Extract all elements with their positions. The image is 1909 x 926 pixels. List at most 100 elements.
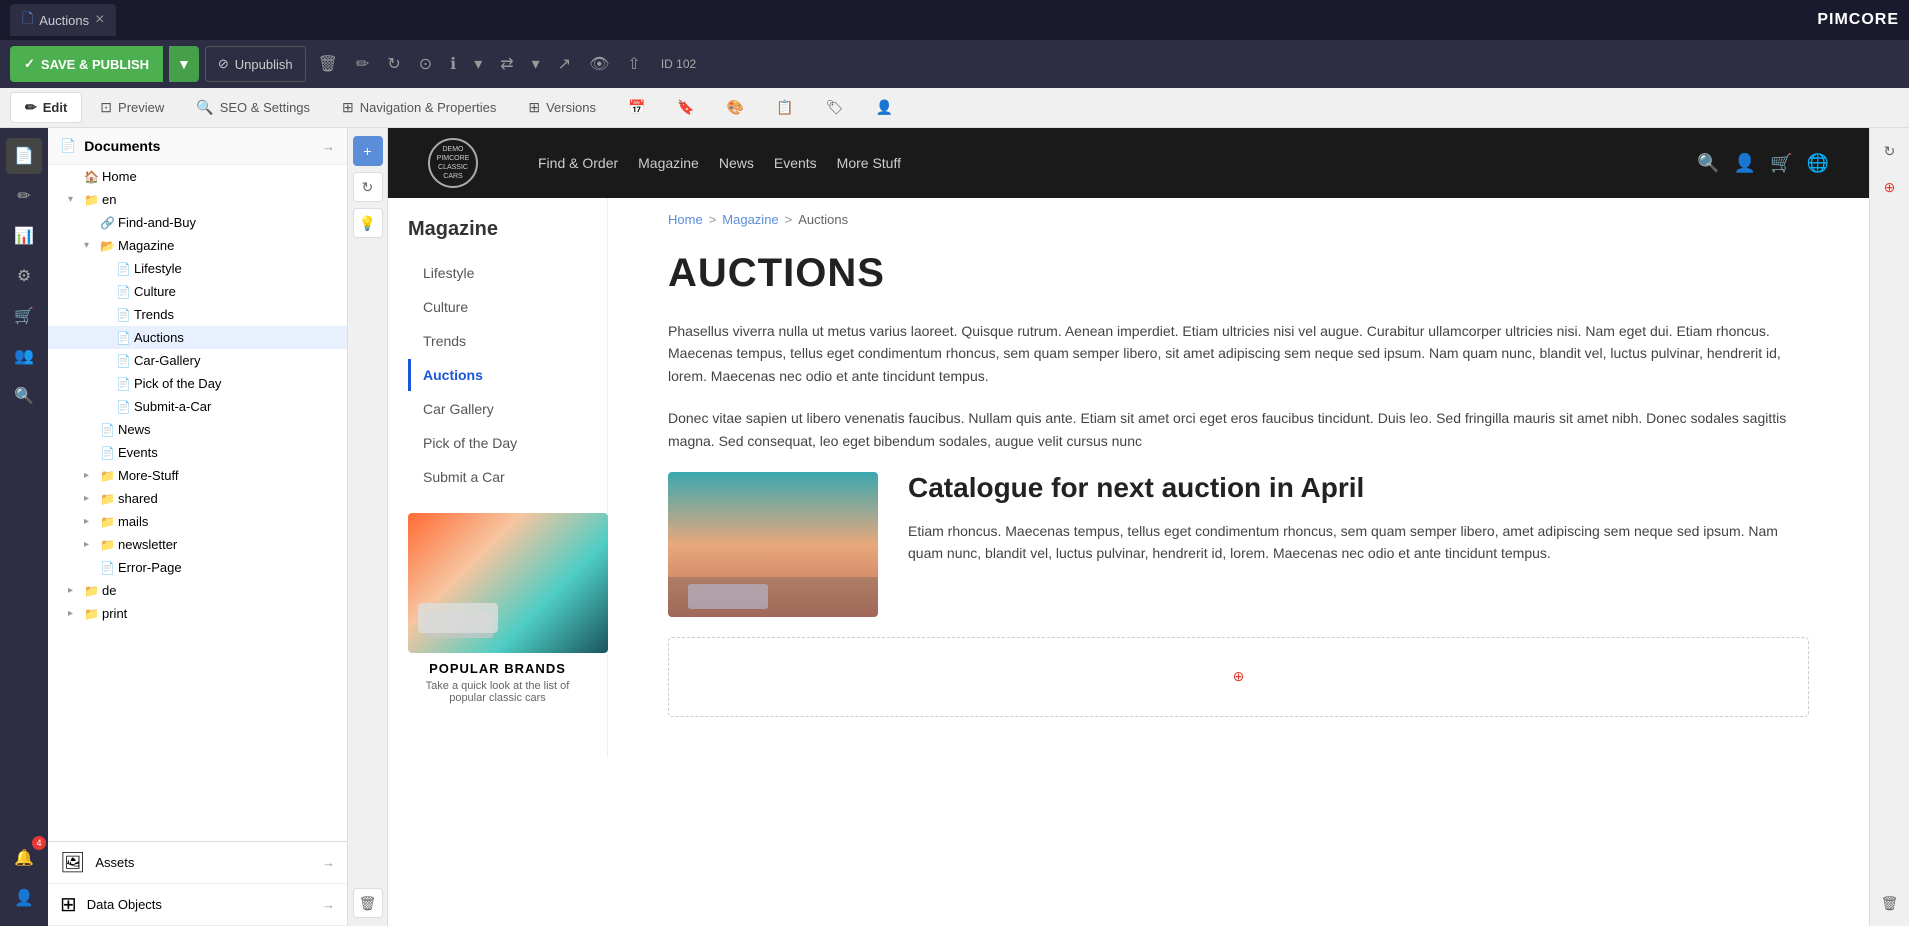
refresh-tool-button[interactable]: ↻ (353, 172, 383, 202)
sidebar-item-documents[interactable]: 📄 (6, 138, 42, 174)
target-icon[interactable]: ⊙ (413, 48, 438, 80)
lightbulb-button[interactable]: 💡 (353, 208, 383, 238)
tree-expand-mag[interactable]: ▾ (84, 240, 96, 251)
tab-versions[interactable]: ⊞ Versions (514, 93, 610, 122)
tree-item-pick-of-day[interactable]: 📄 Pick of the Day (48, 372, 347, 395)
tree-item-newsletter[interactable]: ▸ 📁 newsletter (48, 533, 347, 556)
sidebar-item-edit[interactable]: ✏ (6, 178, 42, 214)
more-icon[interactable]: ▾ (468, 48, 488, 80)
mag-nav-pick-of-day[interactable]: Pick of the Day (408, 427, 587, 459)
assets-item[interactable]: 🖼 Assets → (48, 842, 347, 884)
external-link-icon[interactable]: ↗ (552, 48, 577, 80)
tree-item-news[interactable]: 📄 News (48, 418, 347, 441)
tree-expand-en[interactable]: ▾ (68, 194, 80, 205)
nav-search-icon[interactable]: 🔍 (1697, 153, 1719, 174)
tab-calendar[interactable]: 📅 (614, 93, 659, 122)
nav-globe-icon[interactable]: 🌐 (1807, 153, 1829, 174)
tree-item-magazine[interactable]: ▾ 📂 Magazine (48, 234, 347, 257)
right-tool-trash[interactable]: 🗑 (1875, 888, 1905, 918)
pimcore-logo: PIMCORE (1817, 11, 1899, 29)
tab-seo[interactable]: 🔍 SEO & Settings (182, 93, 324, 122)
sidebar-item-analytics[interactable]: 📊 (6, 218, 42, 254)
mag-nav-lifestyle[interactable]: Lifestyle (408, 257, 587, 289)
tree-item-lifestyle[interactable]: 📄 Lifestyle (48, 257, 347, 280)
breadcrumb-home[interactable]: Home (668, 212, 703, 227)
sidebar-item-notifications[interactable]: 🔔 (6, 840, 42, 876)
share-icon[interactable]: ⇧ (621, 48, 646, 80)
sidebar-item-ecommerce[interactable]: 🛒 (6, 298, 42, 334)
right-tool-refresh[interactable]: ↻ (1875, 136, 1905, 166)
nav-user-icon[interactable]: 👤 (1734, 153, 1756, 174)
tree-item-events[interactable]: 📄 Events (48, 441, 347, 464)
tab-bookmark[interactable]: 🔖 (663, 93, 708, 122)
tab-close-icon[interactable]: × (95, 11, 104, 29)
tab-person[interactable]: 👤 (862, 93, 907, 122)
nav-events[interactable]: Events (774, 155, 817, 171)
tree-item-find-and-buy[interactable]: 🔗 Find-and-Buy (48, 211, 347, 234)
trash-tool-button[interactable]: 🗑 (353, 888, 383, 918)
tree-label-de: de (102, 583, 339, 598)
delete-icon[interactable]: 🗑 (312, 48, 344, 80)
palette-icon: 🎨 (727, 99, 744, 116)
mag-nav-car-gallery[interactable]: Car Gallery (408, 393, 587, 425)
sidebar-expand-icon[interactable]: → (322, 139, 335, 154)
tree-item-home[interactable]: 🏠 Home (48, 165, 347, 188)
tree-item-shared[interactable]: ▸ 📁 shared (48, 487, 347, 510)
catalogue-image (668, 472, 878, 617)
eye-icon[interactable]: 👁 (583, 48, 615, 80)
tree-label-news: News (118, 422, 339, 437)
sidebar-item-profile[interactable]: 👤 (6, 880, 42, 916)
tab-palette[interactable]: 🎨 (713, 93, 758, 122)
refresh-icon[interactable]: ↻ (381, 48, 406, 80)
info-icon[interactable]: ℹ (444, 48, 462, 80)
nav-find-order[interactable]: Find & Order (538, 155, 618, 171)
nav-news[interactable]: News (719, 155, 754, 171)
unpublish-button[interactable]: ⊘ Unpublish (205, 46, 306, 82)
edit-pencil-icon[interactable]: ✏ (350, 48, 375, 80)
content-area: DEMO PIMCORE CLASSIC CARS Find & Order M… (388, 128, 1869, 926)
data-objects-item[interactable]: ⊞ Data Objects → (48, 884, 347, 926)
tab-edit[interactable]: ✏ Edit (10, 92, 82, 123)
doc-icon-pick-of-day: 📄 (116, 377, 130, 391)
preview-icon: ⊡ (100, 99, 112, 116)
tab-preview[interactable]: ⊡ Preview (86, 93, 178, 122)
save-publish-dropdown[interactable]: ▼ (169, 46, 199, 82)
right-tool-target[interactable]: ⊕ (1875, 172, 1905, 202)
tab-label: Auctions (39, 13, 89, 28)
tree-item-auctions[interactable]: 📄 Auctions (48, 326, 347, 349)
sidebar-item-users[interactable]: 👥 (6, 338, 42, 374)
tree-item-error-page[interactable]: 📄 Error-Page (48, 556, 347, 579)
tree-item-en[interactable]: ▾ 📁 en (48, 188, 347, 211)
auctions-tab[interactable]: 🗋 Auctions × (10, 4, 116, 36)
tree-item-submit-car[interactable]: 📄 Submit-a-Car (48, 395, 347, 418)
bottom-content-block[interactable]: ⊕ (668, 637, 1809, 717)
nav-more-stuff[interactable]: More Stuff (837, 155, 901, 171)
card-image (408, 513, 608, 653)
mag-nav-culture[interactable]: Culture (408, 291, 587, 323)
tree-item-de[interactable]: ▸ 📁 de (48, 579, 347, 602)
add-block-button[interactable]: + (353, 136, 383, 166)
tree-item-mails[interactable]: ▸ 📁 mails (48, 510, 347, 533)
calendar-icon: 📅 (628, 99, 645, 116)
translate-icon[interactable]: ⇄ (494, 48, 519, 80)
tree-item-more-stuff[interactable]: ▸ 📁 More-Stuff (48, 464, 347, 487)
tree-item-print[interactable]: ▸ 📁 print (48, 602, 347, 625)
mag-nav-auctions[interactable]: Auctions (408, 359, 587, 391)
tree-item-trends[interactable]: 📄 Trends (48, 303, 347, 326)
nav-magazine[interactable]: Magazine (638, 155, 699, 171)
breadcrumb-magazine[interactable]: Magazine (722, 212, 778, 227)
save-publish-button[interactable]: ✓ SAVE & PUBLISH (10, 46, 163, 82)
tab-nav-properties[interactable]: ⊞ Navigation & Properties (328, 93, 510, 122)
translate-dropdown-icon[interactable]: ▾ (526, 48, 546, 80)
sidebar-item-search[interactable]: 🔍 (6, 378, 42, 414)
tab-workflow[interactable]: 📋 (762, 93, 807, 122)
folder-icon-en: 📁 (84, 193, 98, 207)
tree-item-culture[interactable]: 📄 Culture (48, 280, 347, 303)
sidebar-item-settings[interactable]: ⚙ (6, 258, 42, 294)
mag-nav-submit-car[interactable]: Submit a Car (408, 461, 587, 493)
nav-cart-icon[interactable]: 🛒 (1770, 153, 1792, 174)
tag-icon: 🏷 (826, 99, 844, 116)
tab-tag[interactable]: 🏷 (812, 93, 858, 122)
tree-item-car-gallery[interactable]: 📄 Car-Gallery (48, 349, 347, 372)
mag-nav-trends[interactable]: Trends (408, 325, 587, 357)
